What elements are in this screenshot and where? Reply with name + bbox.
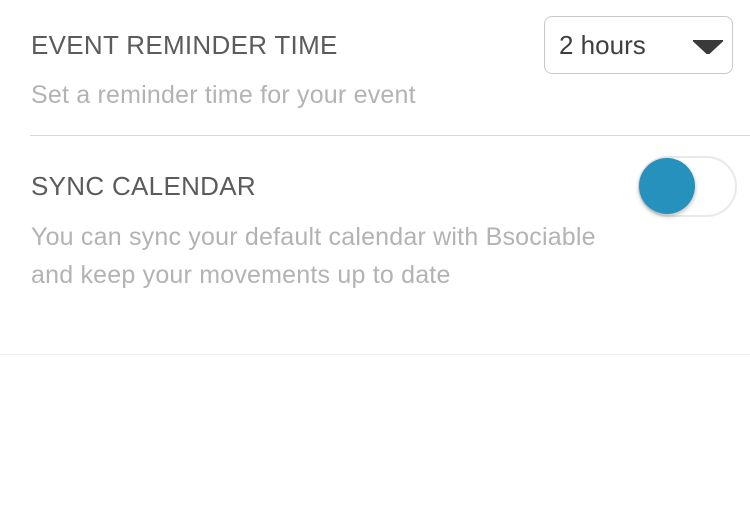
bottom-divider (0, 354, 750, 355)
caret-down-icon (693, 40, 723, 54)
sync-calendar-title: SYNC CALENDAR (31, 171, 256, 201)
sync-calendar-toggle[interactable] (638, 156, 737, 217)
reminder-time-select[interactable]: 2 hours (544, 16, 733, 74)
toggle-knob (639, 158, 695, 214)
event-reminder-title: EVENT REMINDER TIME (31, 30, 338, 60)
reminder-time-value: 2 hours (559, 30, 646, 60)
event-reminder-description: Set a reminder time for your event (31, 81, 416, 109)
event-reminder-setting: EVENT REMINDER TIME Set a reminder time … (0, 0, 750, 136)
sync-calendar-description: You can sync your default calendar with … (31, 223, 596, 289)
sync-calendar-setting: SYNC CALENDAR You can sync your default … (0, 136, 750, 355)
settings-screen: EVENT REMINDER TIME Set a reminder time … (0, 0, 750, 518)
